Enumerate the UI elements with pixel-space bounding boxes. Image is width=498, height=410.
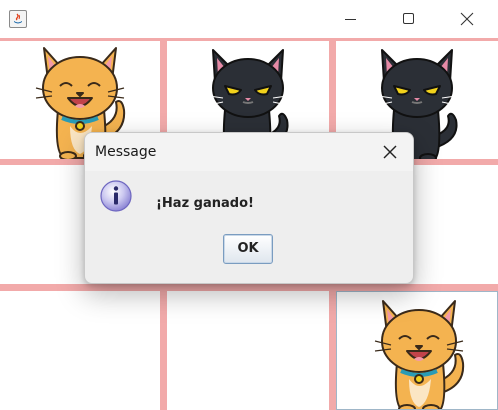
maximize-button[interactable]: [386, 0, 432, 38]
dialog-message: ¡Haz ganado!: [156, 196, 254, 211]
minimize-icon: [345, 19, 356, 20]
maximize-icon: [403, 13, 414, 24]
orange-cat-icon: [374, 300, 465, 409]
ok-button[interactable]: OK: [223, 234, 273, 264]
close-button[interactable]: [444, 0, 490, 38]
message-dialog: Message ¡Haz ganado! OK: [84, 132, 414, 284]
board-cell[interactable]: [336, 291, 498, 410]
close-icon: [460, 12, 474, 26]
window-titlebar: [0, 0, 498, 38]
java-icon: [9, 10, 27, 28]
minimize-button[interactable]: [328, 0, 374, 38]
board-cell[interactable]: [167, 291, 329, 410]
info-icon: [100, 180, 132, 212]
close-icon: [383, 145, 397, 159]
board-cell[interactable]: [0, 291, 160, 410]
dialog-close-button[interactable]: [375, 137, 405, 167]
dialog-titlebar: Message: [85, 133, 413, 171]
dialog-title: Message: [95, 144, 157, 160]
